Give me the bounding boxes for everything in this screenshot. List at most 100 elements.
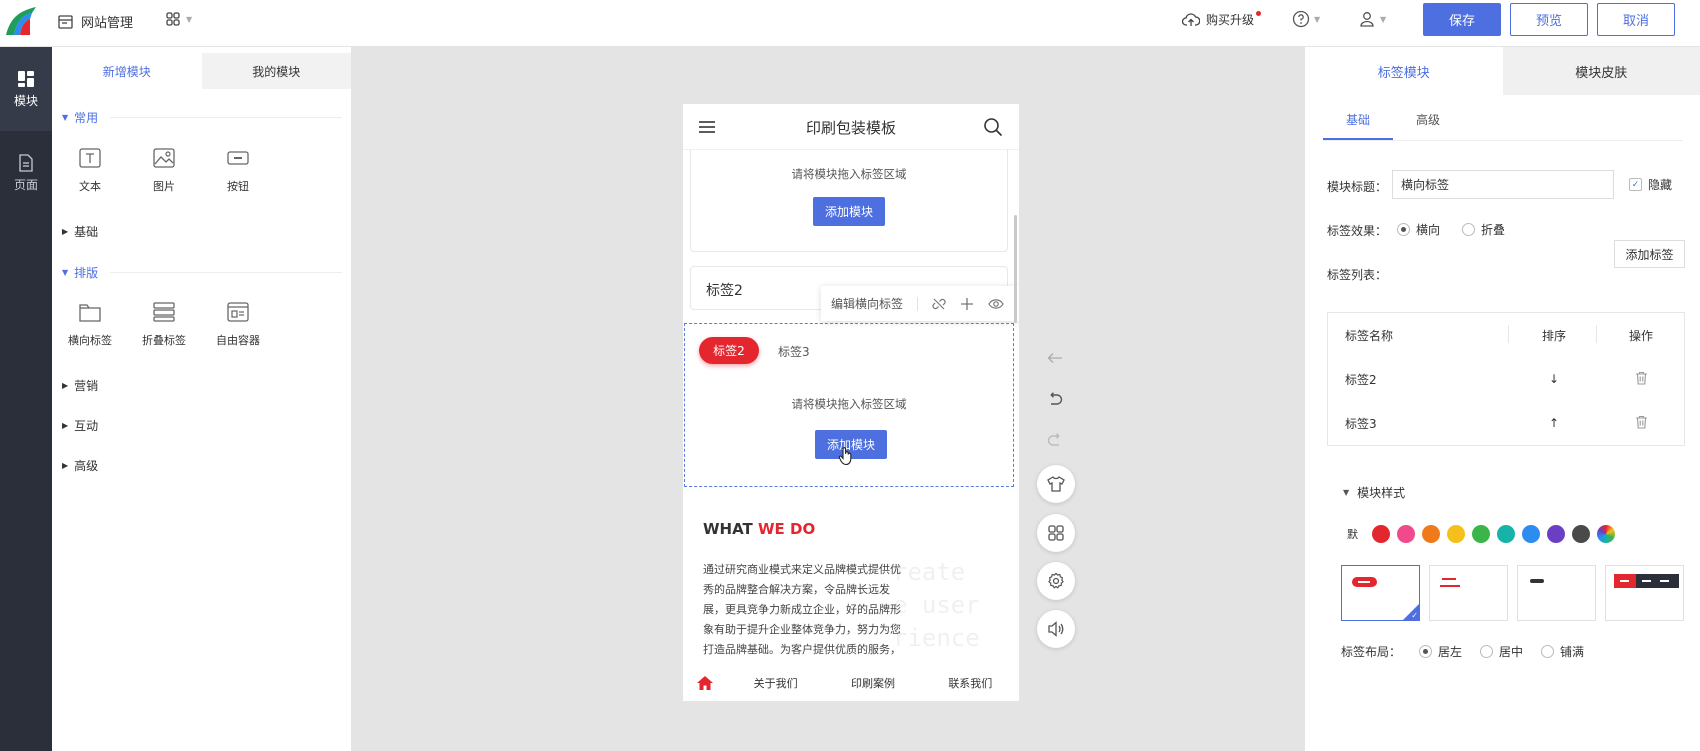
module-style-section[interactable]: ▼ 模块样式 xyxy=(1343,484,1405,501)
group-advanced[interactable]: ▶ 高级 xyxy=(62,457,342,474)
user-icon xyxy=(1360,12,1374,27)
tab-new-modules[interactable]: 新增模块 xyxy=(52,53,202,89)
group-marketing[interactable]: ▶ 营销 xyxy=(62,377,342,394)
back-arrow-icon[interactable] xyxy=(1047,352,1063,364)
tab-basic[interactable]: 基础 xyxy=(1323,107,1393,140)
help-menu[interactable]: ▼ xyxy=(1292,10,1320,28)
plus-icon[interactable] xyxy=(960,297,974,311)
module-item-free-container[interactable]: 自由容器 xyxy=(206,302,270,348)
free-container-icon xyxy=(227,302,249,322)
style-option-plain[interactable] xyxy=(1517,565,1596,621)
group-common[interactable]: ▼ 常用 xyxy=(62,109,342,126)
apps-grid-icon xyxy=(166,12,180,26)
tab-active-pill[interactable]: 标签2 xyxy=(699,337,759,364)
save-button[interactable]: 保存 xyxy=(1423,3,1501,36)
module-item-text-label: 文本 xyxy=(79,180,101,193)
phone-scrollbar[interactable] xyxy=(1014,215,1017,323)
modules-tool-button[interactable] xyxy=(1037,514,1075,552)
fill-label: 铺满 xyxy=(1560,645,1585,659)
module-title-input[interactable] xyxy=(1392,170,1614,199)
swatch-green[interactable] xyxy=(1472,525,1490,543)
style-option-bar[interactable] xyxy=(1605,565,1684,621)
radio-fill[interactable]: 铺满 xyxy=(1541,643,1584,660)
buy-upgrade-text: 购买升级 xyxy=(1206,13,1255,27)
search-icon[interactable] xyxy=(983,117,1003,137)
module-tabs: 新增模块 我的模块 xyxy=(52,53,351,89)
swatch-teal[interactable] xyxy=(1497,525,1515,543)
edit-tabs-link[interactable]: 编辑横向标签 xyxy=(831,295,903,312)
swatch-default[interactable]: 默 xyxy=(1347,526,1365,542)
tab-tab-module[interactable]: 标签模块 xyxy=(1305,47,1503,95)
group-advanced-label: 高级 xyxy=(74,459,99,473)
rail-item-pages[interactable]: 页面 xyxy=(0,131,52,215)
apps-menu[interactable]: ▼ xyxy=(166,12,192,26)
group-basic[interactable]: ▶ 基础 xyxy=(62,223,342,240)
checkbox-checked: ✓ xyxy=(1629,178,1642,191)
cancel-button[interactable]: 取消 xyxy=(1597,3,1675,36)
trash-icon[interactable] xyxy=(1635,415,1648,429)
redo-icon[interactable] xyxy=(1047,433,1063,447)
rail-item-modules[interactable]: 模块 xyxy=(0,47,52,131)
trash-icon[interactable] xyxy=(1635,371,1648,385)
col-name-header: 标签名称 xyxy=(1345,328,1394,343)
user-menu[interactable]: ▼ xyxy=(1358,10,1386,28)
swatch-orange[interactable] xyxy=(1422,525,1440,543)
radio-horizontal[interactable]: 横向 xyxy=(1397,221,1440,238)
add-module-button[interactable]: 添加模块 xyxy=(813,197,885,226)
modules-icon xyxy=(18,70,34,87)
swatch-red[interactable] xyxy=(1372,525,1390,543)
nav-about[interactable]: 关于我们 xyxy=(727,675,824,691)
unlink-icon[interactable] xyxy=(932,297,946,311)
selected-horizontal-tab-module[interactable]: 标签2 标签3 请将模块拖入标签区域 添加模块 xyxy=(684,323,1014,487)
radio-align-left[interactable]: 居左 xyxy=(1419,643,1462,660)
music-tool-button[interactable] xyxy=(1037,610,1075,648)
add-tag-button[interactable]: 添加标签 xyxy=(1614,240,1685,268)
eye-icon[interactable] xyxy=(988,298,1004,310)
delete-cell xyxy=(1598,415,1684,432)
sort-up-icon[interactable]: ↑ xyxy=(1510,416,1598,430)
module-item-text[interactable]: 文本 xyxy=(58,148,122,194)
swatch-purple[interactable] xyxy=(1547,525,1565,543)
table-header: 标签名称 排序 操作 xyxy=(1328,313,1684,357)
swatch-yellow[interactable] xyxy=(1447,525,1465,543)
bar-preview-line xyxy=(1642,580,1651,582)
buy-upgrade-link[interactable]: 购买升级 xyxy=(1182,11,1262,28)
tab-advanced[interactable]: 高级 xyxy=(1393,107,1463,140)
style-option-underline[interactable] xyxy=(1429,565,1508,621)
col-sort-header: 排序 xyxy=(1541,328,1566,343)
swatch-pink[interactable] xyxy=(1397,525,1415,543)
tab-module-skin[interactable]: 模块皮肤 xyxy=(1502,47,1700,95)
preview-button[interactable]: 预览 xyxy=(1510,3,1588,36)
module-item-fold-tabs[interactable]: 折叠标签 xyxy=(132,302,196,348)
phone-header: 印刷包装模板 xyxy=(683,104,1019,150)
radio-align-center[interactable]: 居中 xyxy=(1480,643,1523,660)
module-item-horizontal-tabs[interactable]: 横向标签 xyxy=(58,302,122,348)
style-option-pill[interactable]: ✓ xyxy=(1341,565,1420,621)
tab-inactive[interactable]: 标签3 xyxy=(778,343,810,360)
table-row: 标签3 ↑ xyxy=(1328,401,1684,445)
nav-contact[interactable]: 联系我们 xyxy=(922,675,1019,691)
module-item-image-label: 图片 xyxy=(153,180,175,193)
module-item-button-label: 按钮 xyxy=(227,180,249,193)
tab-my-modules[interactable]: 我的模块 xyxy=(201,53,351,89)
hide-title-checkbox[interactable]: ✓ 隐藏 xyxy=(1629,176,1672,193)
swatch-dark[interactable] xyxy=(1572,525,1590,543)
module-item-button[interactable]: 按钮 xyxy=(206,148,270,194)
undo-icon[interactable] xyxy=(1047,392,1063,406)
nav-cases[interactable]: 印刷案例 xyxy=(824,675,921,691)
skin-tool-button[interactable] xyxy=(1037,465,1075,503)
group-interact[interactable]: ▶ 互动 xyxy=(62,417,342,434)
module-item-image[interactable]: 图片 xyxy=(132,148,196,194)
site-management-menu[interactable]: 网站管理 xyxy=(58,12,133,31)
radio-fold[interactable]: 折叠 xyxy=(1462,221,1505,238)
rail-pages-label: 页面 xyxy=(13,177,38,192)
group-layout[interactable]: ▼ 排版 xyxy=(62,264,342,281)
home-nav[interactable] xyxy=(683,675,727,691)
section-heading: WHAT WE DO xyxy=(703,520,815,538)
caret-down-icon: ▼ xyxy=(62,268,69,277)
custom-color-picker-icon[interactable] xyxy=(1597,525,1615,543)
settings-tool-button[interactable] xyxy=(1037,562,1075,600)
swatch-blue[interactable] xyxy=(1522,525,1540,543)
radio-dot xyxy=(1480,645,1494,658)
sort-down-icon[interactable]: ↓ xyxy=(1510,372,1598,386)
